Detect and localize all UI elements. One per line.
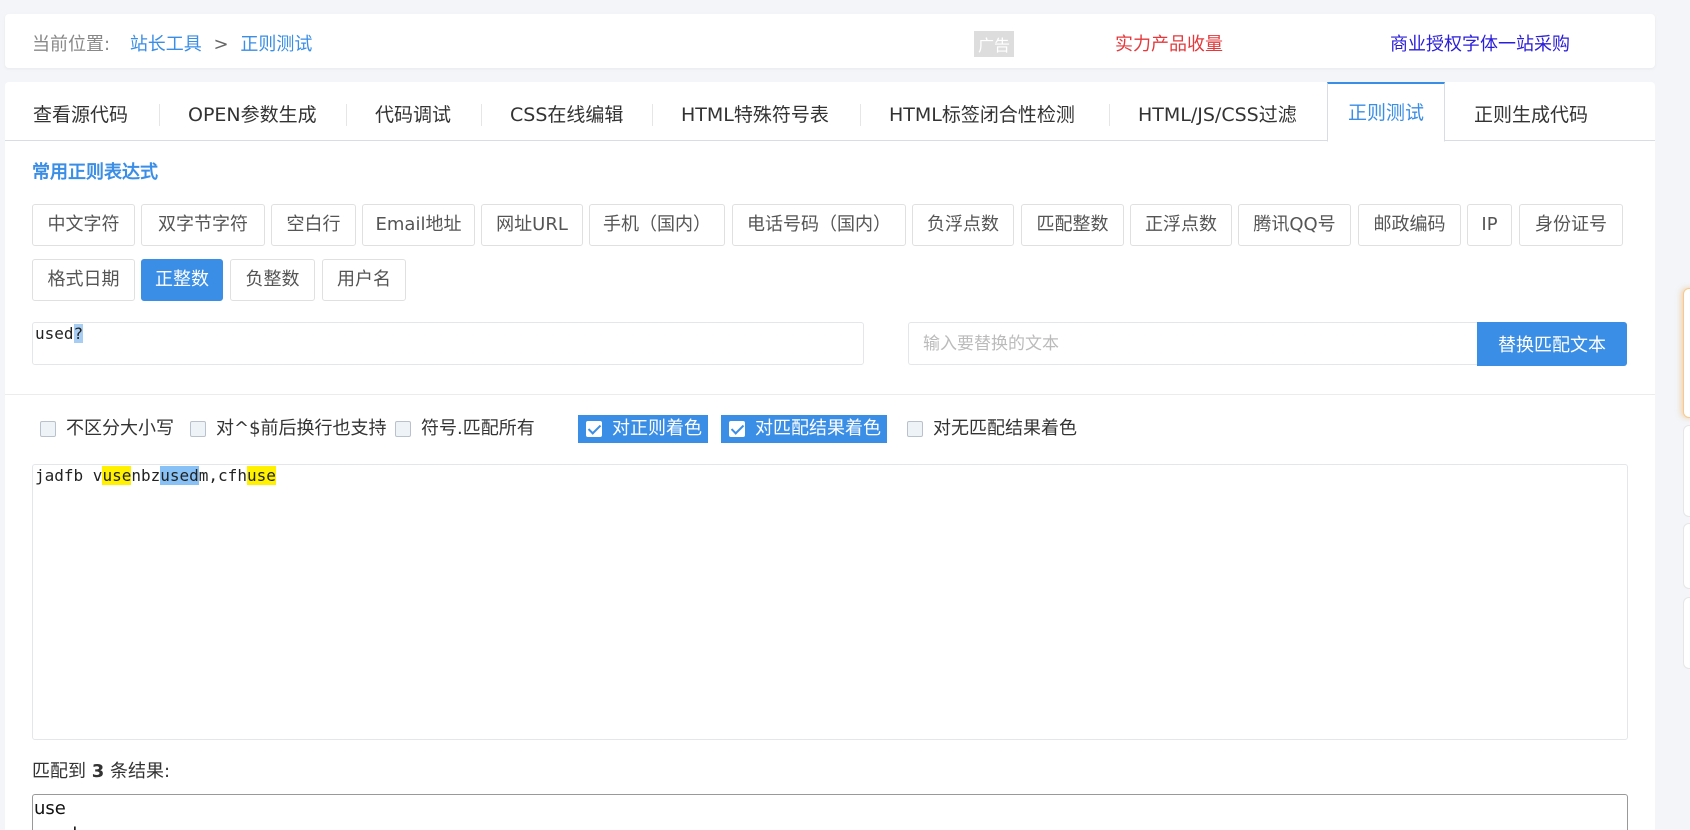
preset-username[interactable]: 用户名 — [322, 259, 406, 301]
top-bar: 当前位置: 站长工具 > 正则测试 广告 实力产品收量 商业授权字体一站采购 — [5, 14, 1655, 68]
preset-phone[interactable]: 电话号码（国内） — [732, 204, 906, 246]
tab-divider — [652, 104, 653, 126]
preset-ip[interactable]: IP — [1467, 204, 1512, 246]
tab-html-tag-check[interactable]: HTML标签闭合性检测 — [889, 82, 1075, 141]
breadcrumb-current-link[interactable]: 正则测试 — [240, 34, 312, 55]
match-highlight: use — [246, 466, 276, 485]
match-count-suffix: 条结果: — [110, 761, 171, 782]
match-highlight: used — [160, 466, 199, 485]
side-float-tab[interactable] — [1683, 597, 1690, 669]
tab-divider — [159, 104, 160, 126]
option-case-insensitive[interactable]: 不区分大小写 — [32, 415, 180, 443]
preset-positive-float[interactable]: 正浮点数 — [1130, 204, 1232, 246]
tool-tabs: 查看源代码 OPEN参数生成 代码调试 CSS在线编辑 HTML特殊符号表 HT… — [5, 82, 1655, 142]
text-segment: jadfb v — [35, 466, 103, 485]
tab-regex-test[interactable]: 正则测试 — [1327, 82, 1445, 142]
tab-view-source[interactable]: 查看源代码 — [33, 82, 128, 141]
option-color-matches[interactable]: 对匹配结果着色 — [721, 415, 887, 443]
option-color-regex[interactable]: 对正则着色 — [578, 415, 708, 443]
ad-link-1[interactable]: 实力产品收量 — [1115, 30, 1223, 56]
preset-positive-integer[interactable]: 正整数 — [141, 259, 223, 301]
preset-id-card[interactable]: 身份证号 — [1519, 204, 1623, 246]
checkbox-checked-icon[interactable] — [729, 421, 745, 437]
match-count-value: 3 — [91, 761, 105, 782]
preset-chinese-chars[interactable]: 中文字符 — [32, 204, 135, 246]
checkbox-icon[interactable] — [40, 421, 56, 437]
ad-badge: 广告 — [974, 31, 1015, 57]
tab-regex-codegen[interactable]: 正则生成代码 — [1474, 82, 1588, 141]
checkbox-icon[interactable] — [395, 421, 411, 437]
tab-html-symbols[interactable]: HTML特殊符号表 — [681, 82, 829, 141]
result-item: use — [34, 798, 66, 819]
side-float-tab[interactable] — [1683, 288, 1690, 418]
breadcrumb-prefix: 当前位置: — [32, 34, 111, 55]
preset-blank-line[interactable]: 空白行 — [271, 204, 356, 246]
match-highlight: use — [102, 466, 132, 485]
preset-negative-integer[interactable]: 负整数 — [230, 259, 315, 301]
replace-text-input[interactable] — [908, 322, 1478, 365]
preset-email[interactable]: Email地址 — [362, 204, 475, 246]
text-segment: nbz — [131, 466, 161, 485]
preset-date-format[interactable]: 格式日期 — [32, 259, 135, 301]
section-title: 常用正则表达式 — [32, 162, 158, 183]
preset-qq-number[interactable]: 腾讯QQ号 — [1238, 204, 1351, 246]
ad-link-2[interactable]: 商业授权字体一站采购 — [1390, 30, 1570, 56]
tab-css-editor[interactable]: CSS在线编辑 — [510, 82, 623, 141]
preset-postcode[interactable]: 邮政编码 — [1358, 204, 1461, 246]
option-label: 对^$前后换行也支持 — [216, 418, 387, 439]
preset-mobile[interactable]: 手机（国内） — [589, 204, 725, 246]
result-item: used — [34, 822, 1626, 830]
preset-url[interactable]: 网址URL — [481, 204, 583, 246]
option-label: 对正则着色 — [612, 418, 702, 439]
breadcrumb-home-link[interactable]: 站长工具 — [130, 34, 202, 55]
tab-divider — [481, 104, 482, 126]
regex-quantifier-highlight: ? — [73, 324, 84, 343]
checkbox-icon[interactable] — [190, 421, 206, 437]
option-dotall[interactable]: 符号.匹配所有 — [387, 415, 541, 443]
option-multiline[interactable]: 对^$前后换行也支持 — [182, 415, 393, 443]
text-segment: m,cfh — [198, 466, 247, 485]
tab-html-js-css-filter[interactable]: HTML/JS/CSS过滤 — [1138, 82, 1297, 141]
regex-plain: used — [35, 324, 74, 343]
match-count-label: 匹配到 3 条结果: — [32, 757, 170, 783]
tab-divider — [1109, 104, 1110, 126]
tab-open-params[interactable]: OPEN参数生成 — [188, 82, 317, 141]
tab-divider — [346, 104, 347, 126]
main-panel: 查看源代码 OPEN参数生成 代码调试 CSS在线编辑 HTML特殊符号表 HT… — [5, 82, 1655, 830]
breadcrumb-separator: > — [213, 34, 229, 55]
option-color-non-matches[interactable]: 对无匹配结果着色 — [899, 415, 1083, 443]
option-label: 不区分大小写 — [66, 418, 174, 439]
match-count-prefix: 匹配到 — [32, 761, 86, 782]
match-results-box[interactable]: use used — [32, 794, 1628, 830]
preset-negative-float[interactable]: 负浮点数 — [912, 204, 1014, 246]
breadcrumb: 当前位置: 站长工具 > 正则测试 — [32, 30, 312, 56]
tab-code-debug[interactable]: 代码调试 — [375, 82, 451, 141]
section-divider — [5, 394, 1655, 395]
test-text-area[interactable]: jadfb vusenbzusedm,cfhuse — [32, 464, 1628, 740]
regex-input[interactable]: used? — [32, 322, 864, 365]
checkbox-checked-icon[interactable] — [586, 421, 602, 437]
checkbox-icon[interactable] — [907, 421, 923, 437]
preset-double-byte[interactable]: 双字节字符 — [141, 204, 265, 246]
option-label: 对无匹配结果着色 — [933, 418, 1077, 439]
preset-integer[interactable]: 匹配整数 — [1021, 204, 1124, 246]
side-float-tab[interactable] — [1683, 523, 1690, 589]
tab-divider — [860, 104, 861, 126]
option-label: 符号.匹配所有 — [421, 418, 535, 439]
option-label: 对匹配结果着色 — [755, 418, 881, 439]
replace-matches-button[interactable]: 替换匹配文本 — [1477, 322, 1627, 366]
side-float-tab[interactable] — [1683, 425, 1690, 517]
